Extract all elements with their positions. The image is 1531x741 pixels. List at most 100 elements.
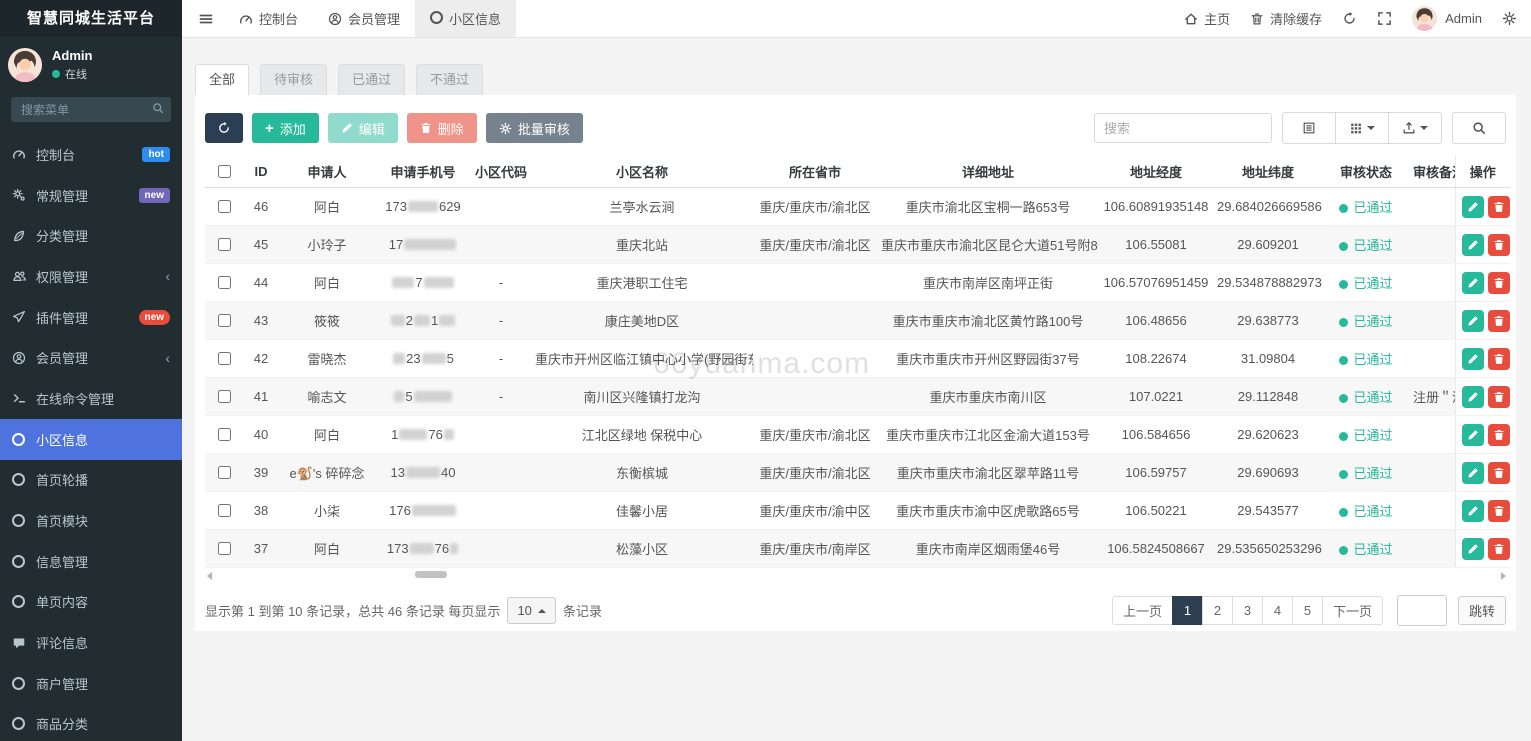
table-search-input[interactable] — [1094, 113, 1272, 143]
sidebar-item-1[interactable]: 常规管理new — [0, 175, 182, 216]
clear-cache-button[interactable]: 清除缓存 — [1250, 9, 1322, 28]
row-checkbox[interactable] — [218, 542, 231, 555]
column-header: 所在省市 — [753, 155, 877, 188]
delete-row-button[interactable] — [1488, 386, 1510, 408]
cell-phone: 17376 — [375, 530, 471, 568]
refresh-tab-button[interactable] — [1342, 11, 1357, 26]
redacted-digits — [393, 353, 405, 364]
filter-tab-1[interactable]: 待审核 — [260, 64, 327, 95]
status-label: 已通过 — [1353, 276, 1392, 291]
delete-button[interactable]: 删除 — [407, 113, 477, 143]
cell-remark — [1409, 302, 1455, 340]
page-button-1[interactable]: 1 — [1172, 596, 1203, 625]
hamburger-menu-icon[interactable] — [188, 0, 224, 37]
edit-row-button[interactable] — [1462, 272, 1484, 294]
cell-community-name: 佳馨小居 — [531, 492, 753, 530]
redacted-digits — [404, 239, 456, 250]
edit-row-button[interactable] — [1462, 462, 1484, 484]
sidebar-item-12[interactable]: 评论信息 — [0, 622, 182, 663]
sidebar-item-3[interactable]: 权限管理‹ — [0, 256, 182, 297]
edit-row-button[interactable] — [1462, 424, 1484, 446]
detail-view-button[interactable] — [1282, 112, 1336, 144]
topbar-tab-2[interactable]: 小区信息 — [415, 0, 516, 37]
select-all-checkbox[interactable] — [218, 165, 231, 178]
sidebar-item-4[interactable]: 插件管理new — [0, 297, 182, 338]
batch-audit-button[interactable]: 批量审核 — [486, 113, 583, 143]
page-button-3[interactable]: 3 — [1232, 596, 1263, 625]
sidebar-item-14[interactable]: 商品分类 — [0, 704, 182, 741]
edit-row-button[interactable] — [1462, 538, 1484, 560]
export-dropdown-button[interactable] — [1388, 112, 1442, 144]
edit-row-button[interactable] — [1462, 500, 1484, 522]
cell-remark — [1409, 454, 1455, 492]
delete-row-button[interactable] — [1488, 538, 1510, 560]
topbar-tab-1[interactable]: 会员管理 — [313, 0, 415, 37]
sidebar-item-9[interactable]: 首页模块 — [0, 500, 182, 541]
topbar-tab-0[interactable]: 控制台 — [224, 0, 313, 37]
edit-row-button[interactable] — [1462, 310, 1484, 332]
page-button-2[interactable]: 2 — [1202, 596, 1233, 625]
edit-row-button[interactable] — [1462, 196, 1484, 218]
column-header: 小区名称 — [531, 155, 753, 188]
columns-dropdown-button[interactable] — [1335, 112, 1389, 144]
user-menu[interactable]: Admin — [1412, 6, 1482, 31]
delete-row-button[interactable] — [1488, 310, 1510, 332]
sidebar-item-6[interactable]: 在线命令管理 — [0, 378, 182, 419]
scroll-left-arrow-icon[interactable] — [207, 572, 212, 580]
delete-row-button[interactable] — [1488, 424, 1510, 446]
sidebar-item-2[interactable]: 分类管理 — [0, 215, 182, 256]
edit-row-button[interactable] — [1462, 234, 1484, 256]
delete-row-button[interactable] — [1488, 348, 1510, 370]
sidebar-item-0[interactable]: 控制台hot — [0, 134, 182, 175]
row-checkbox[interactable] — [218, 352, 231, 365]
row-checkbox[interactable] — [218, 314, 231, 327]
cell-select — [205, 454, 243, 492]
page-button-4[interactable]: 4 — [1262, 596, 1293, 625]
next-page-button[interactable]: 下一页 — [1322, 596, 1383, 625]
delete-row-button[interactable] — [1488, 272, 1510, 294]
row-checkbox[interactable] — [218, 466, 231, 479]
online-dot-icon — [52, 70, 60, 78]
prev-page-button[interactable]: 上一页 — [1112, 596, 1173, 625]
edit-button[interactable]: 编辑 — [328, 113, 398, 143]
row-checkbox[interactable] — [218, 276, 231, 289]
sidebar-item-7[interactable]: 小区信息 — [0, 419, 182, 460]
refresh-button[interactable] — [205, 113, 243, 143]
add-button[interactable]: + 添加 — [252, 113, 319, 143]
page-size-dropdown[interactable]: 10 — [507, 597, 555, 624]
page-button-5[interactable]: 5 — [1292, 596, 1323, 625]
edit-row-button[interactable] — [1462, 386, 1484, 408]
row-checkbox[interactable] — [218, 428, 231, 441]
filter-tab-3[interactable]: 不通过 — [416, 64, 483, 95]
delete-row-button[interactable] — [1488, 234, 1510, 256]
sidebar-item-11[interactable]: 单页内容 — [0, 582, 182, 623]
search-submit-button[interactable] — [1452, 112, 1506, 144]
row-checkbox[interactable] — [218, 238, 231, 251]
jump-button[interactable]: 跳转 — [1458, 596, 1506, 625]
jump-page-input[interactable] — [1397, 595, 1447, 626]
sidebar-item-10[interactable]: 信息管理 — [0, 541, 182, 582]
plus-icon: + — [265, 121, 274, 136]
scrollbar-thumb[interactable] — [415, 571, 447, 578]
filter-tab-0[interactable]: 全部 — [195, 64, 249, 95]
table-body: 46 阿白 173629 兰亭水云涧 重庆/重庆市/渝北区 重庆市渝北区宝桐一路… — [205, 188, 1510, 568]
fullscreen-button[interactable] — [1377, 11, 1392, 26]
filter-tab-2[interactable]: 已通过 — [338, 64, 405, 95]
delete-row-button[interactable] — [1488, 462, 1510, 484]
scroll-right-arrow-icon[interactable] — [1501, 572, 1506, 580]
cell-actions — [1455, 492, 1510, 530]
row-checkbox[interactable] — [218, 200, 231, 213]
sidebar-search-input[interactable] — [11, 97, 171, 122]
row-checkbox[interactable] — [218, 504, 231, 517]
sidebar-item-13[interactable]: 商户管理 — [0, 663, 182, 704]
sidebar-item-5[interactable]: 会员管理‹ — [0, 337, 182, 378]
sidebar-item-8[interactable]: 首页轮播 — [0, 460, 182, 501]
home-link[interactable]: 主页 — [1184, 9, 1230, 28]
delete-row-button[interactable] — [1488, 196, 1510, 218]
delete-row-button[interactable] — [1488, 500, 1510, 522]
cell-phone: 176 — [375, 416, 471, 454]
horizontal-scrollbar[interactable] — [205, 569, 1508, 581]
settings-gear-icon[interactable] — [1502, 11, 1517, 26]
row-checkbox[interactable] — [218, 390, 231, 403]
edit-row-button[interactable] — [1462, 348, 1484, 370]
